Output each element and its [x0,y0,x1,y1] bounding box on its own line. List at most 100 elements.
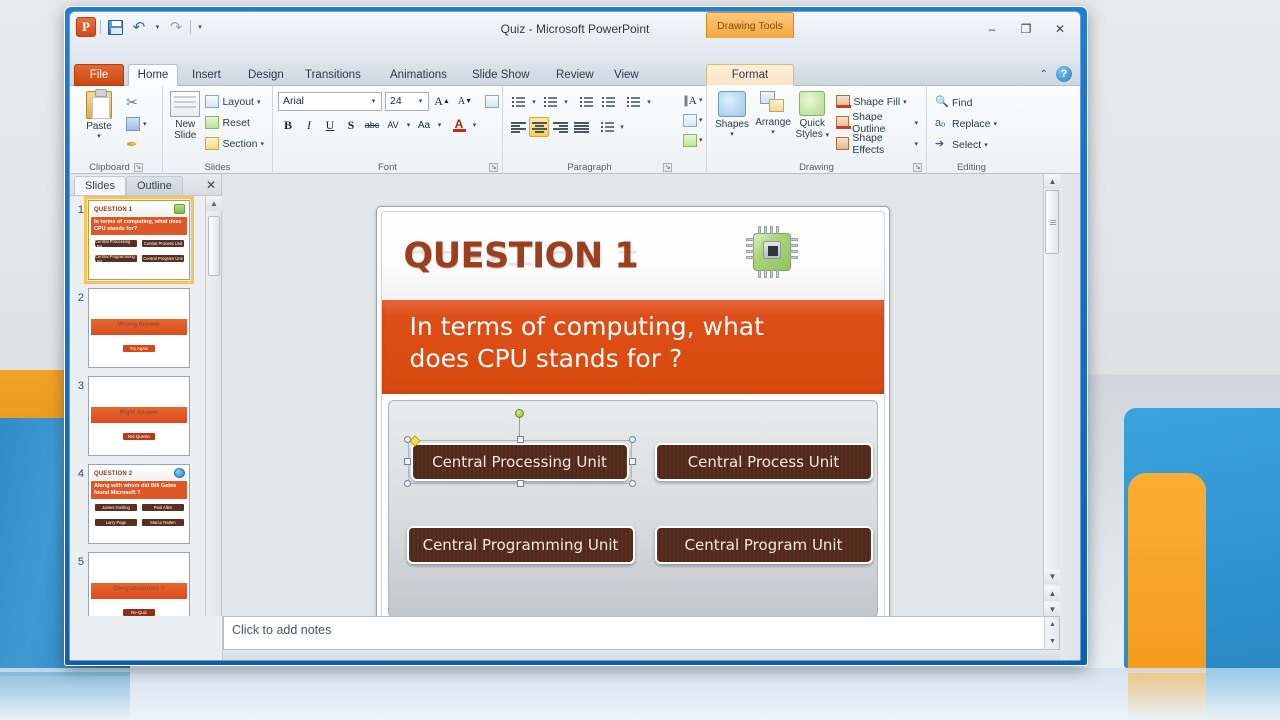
find-button[interactable]: 🔍Find [932,92,1000,113]
font-size-combo[interactable]: 24 ▾ [385,92,429,111]
bullets-dropdown[interactable]: ▾ [530,92,538,112]
tab-slide-show[interactable]: Slide Show [462,64,540,86]
list-item[interactable]: 4 QUESTION 2 Along with whom did Bill Ga… [72,464,204,544]
tab-design[interactable]: Design [238,64,294,86]
chevron-down-icon[interactable]: ▾ [699,116,703,124]
shape-outline-button[interactable]: Shape Outline▾ [833,112,921,133]
list-item[interactable]: 3 Right Answer Nxt Questn [72,376,204,456]
slide-editing-stage[interactable]: QUESTION 1 QUESTION 1 [223,174,1042,661]
resize-handle-bottom-right[interactable] [629,480,636,487]
resize-handle-top-left[interactable] [404,436,411,443]
thumbnail-slide-2[interactable]: Wrong Answer Try Again [88,288,190,368]
scroll-down-button[interactable]: ▼ [1044,569,1061,584]
resize-handle-bottom-center[interactable] [517,480,524,487]
notes-pane[interactable]: Click to add notes ▲ ▼ [223,616,1060,650]
increase-indent-button[interactable] [598,92,618,112]
question-banner[interactable]: In terms of computing, what does CPU sta… [382,300,884,394]
align-right-button[interactable] [550,117,570,137]
decrease-indent-button[interactable] [576,92,596,112]
line-spacing-dropdown[interactable]: ▾ [645,92,653,112]
list-item[interactable]: 1 QUESTION 1 In terms of computing, what… [72,200,204,280]
tab-outline[interactable]: Outline [126,176,183,195]
tab-file[interactable]: File [74,64,124,86]
reset-button[interactable]: Reset [202,112,267,133]
font-dialog-launcher[interactable]: ↘ [489,163,498,172]
tab-home[interactable]: Home [128,64,178,86]
italic-button[interactable]: I [299,115,319,135]
strikethrough-button[interactable]: abc [362,115,382,135]
chevron-down-icon[interactable]: ▾ [435,115,444,135]
answer-option-2[interactable]: Central Process Unit [655,443,873,481]
thumbnail-slide-3[interactable]: Right Answer Nxt Questn [88,376,190,456]
line-spacing-button[interactable] [623,92,643,112]
format-painter-button[interactable]: ✒ [123,134,150,155]
thumbnail-list[interactable]: 1 QUESTION 1 In terms of computing, what… [70,196,204,661]
answer-option-4[interactable]: Central Program Unit [655,526,873,564]
cut-button[interactable]: ✂ [123,92,150,113]
previous-slide-button[interactable]: ▲ [1044,586,1061,601]
layout-button[interactable]: Layout▾ [202,91,267,112]
next-slide-button[interactable]: ▼ [1044,602,1061,617]
thumbnail-slide-4[interactable]: QUESTION 2 Along with whom did Bill Gate… [88,464,190,544]
bullets-button[interactable] [508,92,528,112]
tab-insert[interactable]: Insert [182,64,231,86]
character-spacing-button[interactable]: AV [383,115,403,135]
collapse-ribbon-icon[interactable]: ⌃ [1040,69,1048,80]
replace-button[interactable]: aₒReplace▾ [932,113,1000,134]
shape-fill-button[interactable]: Shape Fill▾ [833,91,921,112]
underline-button[interactable]: U [320,115,340,135]
font-family-combo[interactable]: Arial ▾ [278,92,382,111]
resize-handle-middle-right[interactable] [629,458,636,465]
help-icon[interactable]: ? [1056,66,1072,82]
tab-animations[interactable]: Animations [380,64,457,86]
columns-dropdown[interactable]: ▾ [618,117,626,137]
list-item[interactable]: 2 Wrong Answer Try Again [72,288,204,368]
chevron-down-icon[interactable]: ▾ [699,136,703,144]
new-slide-button[interactable]: New Slide [168,89,202,141]
numbering-dropdown[interactable]: ▾ [562,92,570,112]
scrollbar-thumb[interactable] [1045,190,1059,254]
resize-handle-top-center[interactable] [517,436,524,443]
chevron-down-icon[interactable]: ▾ [404,115,413,135]
thumbnail-scrollbar[interactable]: ▲ ▼ [205,196,221,661]
resize-handle-middle-left[interactable] [404,458,411,465]
minimize-button[interactable]: – [980,20,1004,37]
drawing-dialog-launcher[interactable]: ↘ [913,163,922,172]
tab-slides[interactable]: Slides [74,176,126,195]
rotate-handle[interactable] [515,409,524,418]
clipboard-dialog-launcher[interactable]: ↘ [134,163,143,172]
align-left-button[interactable] [508,117,528,137]
grow-font-button[interactable]: A▲ [432,91,452,111]
section-button[interactable]: Section▾ [202,133,267,154]
font-color-button[interactable]: A [449,115,469,135]
arrange-button[interactable]: Arrange ▾ [752,89,794,136]
columns-button[interactable] [597,117,617,137]
notes-scroll-up-button[interactable]: ▲ [1045,617,1060,632]
justify-button[interactable] [571,117,591,137]
quick-styles-button[interactable]: Quick Styles ▾ [794,89,830,141]
shape-effects-button[interactable]: Shape Effects▾ [833,133,921,154]
resize-handle-top-right[interactable] [629,436,636,443]
align-center-button[interactable] [529,117,549,137]
convert-to-smartart-button[interactable] [681,131,699,149]
paste-button[interactable]: Paste ▾ [75,89,123,140]
current-slide[interactable]: QUESTION 1 QUESTION 1 [376,206,890,630]
scroll-up-button[interactable]: ▲ [1044,174,1061,189]
align-text-button[interactable] [681,111,699,129]
numbering-button[interactable] [540,92,560,112]
select-button[interactable]: ➔Select▾ [932,134,1000,155]
chevron-down-icon[interactable]: ▾ [415,97,426,105]
shrink-font-button[interactable]: A▼ [455,91,475,111]
change-case-button[interactable]: Aa [414,115,434,135]
chevron-down-icon[interactable]: ▾ [699,96,703,104]
tab-view[interactable]: View [604,64,649,86]
copy-button[interactable]: ▾ [123,113,150,134]
resize-handle-bottom-left[interactable] [404,480,411,487]
text-direction-button[interactable]: ∥A [681,91,699,109]
chevron-down-icon[interactable]: ▾ [368,97,379,105]
notes-scroll-down-button[interactable]: ▼ [1045,634,1060,649]
tab-format[interactable]: Format [706,64,794,86]
answer-option-3[interactable]: Central Programming Unit [407,526,635,564]
tab-transitions[interactable]: Transitions [295,64,371,86]
restore-button[interactable]: ❐ [1014,20,1038,37]
